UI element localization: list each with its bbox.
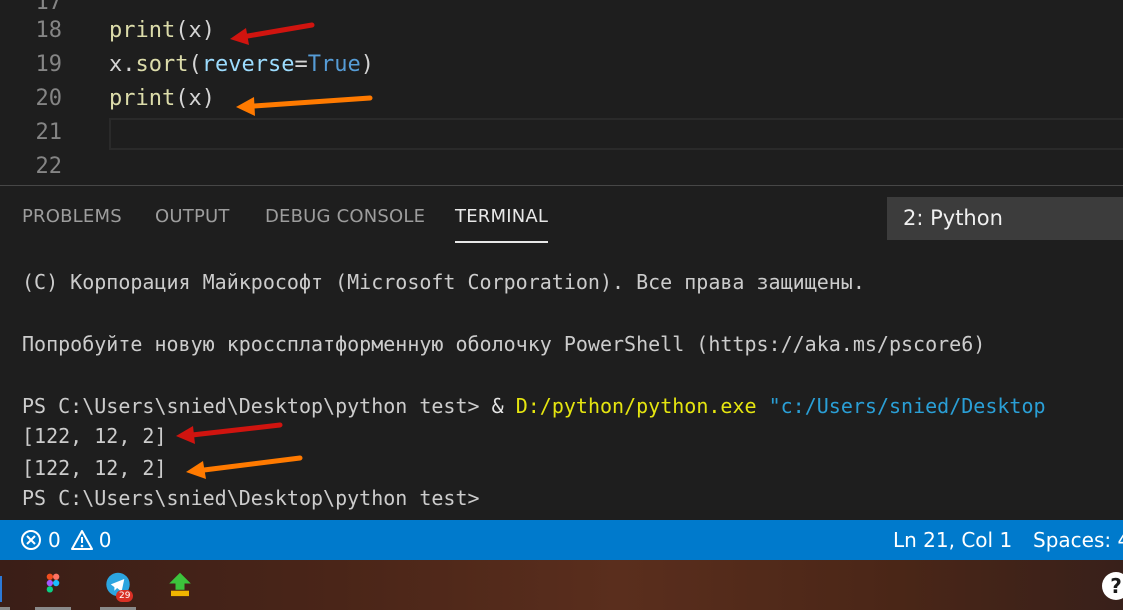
error-count: 0 [48,528,61,552]
editor-line-21[interactable]: 21 [0,116,1123,150]
terminal-output[interactable]: (C) Корпорация Майкрософт (Microsoft Cor… [22,186,1123,520]
terminal-exe-path: D:/python/python.exe [515,394,757,418]
taskbar-telegram[interactable]: 29 [98,568,138,610]
terminal-command-line: PS C:\Users\snied\Desktop\python test> &… [22,391,1046,421]
error-icon [21,530,41,550]
editor-line-18[interactable]: 18 print(x) [0,14,1123,48]
editor-line-22[interactable]: 22 [0,150,1123,184]
terminal-copyright: (C) Корпорация Майкрософт (Microsoft Cor… [22,270,865,294]
terminal-prompt: PS C:\Users\snied\Desktop\python test> [22,394,480,418]
bottom-panel: PROBLEMS OUTPUT DEBUG CONSOLE TERMINAL 2… [0,186,1123,520]
line-number: 18 [35,18,63,43]
code-line[interactable]: print(x) [109,82,215,116]
line-number: 19 [35,52,63,77]
terminal-powershell-hint: Попробуйте новую кроссплатформенную обол… [22,332,986,356]
taskbar-updater[interactable] [160,568,200,610]
warning-icon [70,530,93,550]
code-line[interactable]: x.sort(reverse=True) [109,48,374,82]
code-editor[interactable]: 17 18 print(x) 19 x.sort(reverse=True) 2… [0,0,1123,185]
app-icon [0,576,2,602]
line-number: 21 [35,120,63,145]
indentation-setting[interactable]: Spaces: 4 [1033,520,1123,560]
help-glyph: ? [1110,574,1122,598]
terminal-final-prompt: PS C:\Users\snied\Desktop\python test> [22,486,480,510]
line-number: 20 [35,86,63,111]
windows-taskbar: 29 ? [0,560,1123,610]
notification-badge: 29 [116,590,134,602]
editor-line-20[interactable]: 20 print(x) [0,82,1123,116]
upload-arrow-icon [169,572,191,597]
figma-icon [46,573,60,593]
terminal-script-path: "c:/Users/snied/Desktop [768,394,1046,418]
status-bar: 0 0 Ln 21, Col 1 Spaces: 4 [0,520,1123,560]
problems-indicator[interactable]: 0 0 [20,520,111,560]
terminal-amp: & [491,394,504,418]
editor-line-19[interactable]: 19 x.sort(reverse=True) [0,48,1123,82]
terminal-output-2: [122, 12, 2] [22,456,167,480]
warning-count: 0 [98,528,112,552]
help-icon[interactable]: ? [1102,572,1123,600]
taskbar-app-partial[interactable] [0,568,12,610]
taskbar-figma[interactable] [33,568,73,610]
line-number: 22 [35,154,63,179]
code-line[interactable]: print(x) [109,14,215,48]
terminal-output-1: [122, 12, 2] [22,424,167,448]
cursor-position[interactable]: Ln 21, Col 1 [893,520,1012,560]
